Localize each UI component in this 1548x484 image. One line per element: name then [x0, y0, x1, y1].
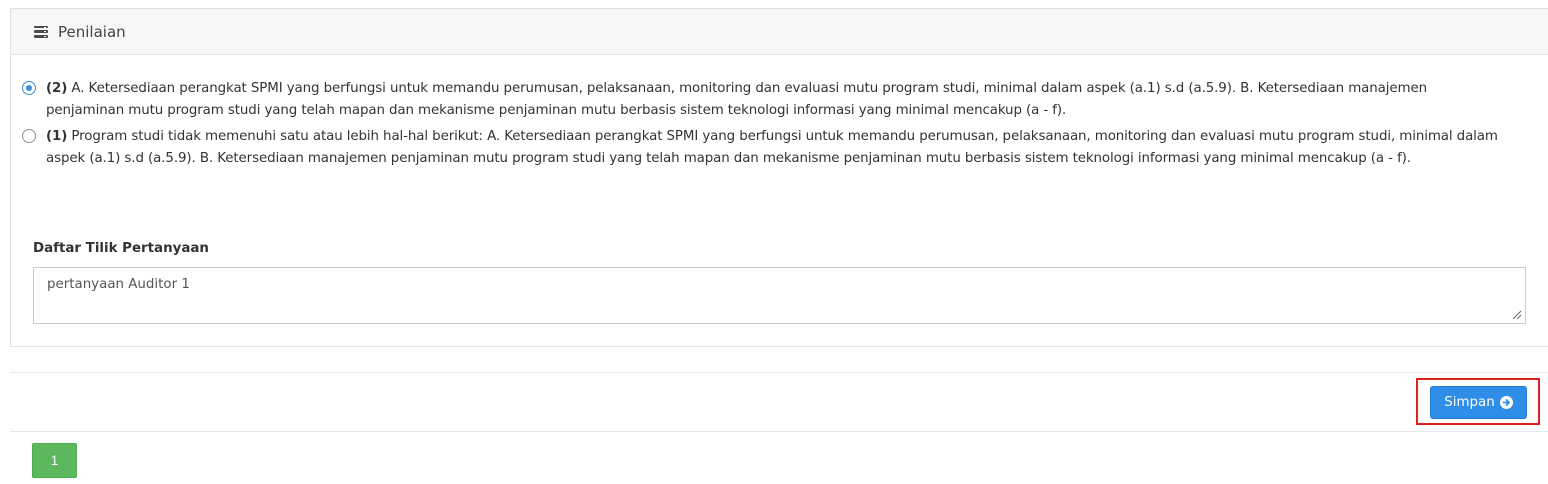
pagination-page-button[interactable]: 1 [32, 443, 77, 478]
checklist-textarea[interactable]: pertanyaan Auditor 1 [33, 267, 1526, 324]
divider [10, 372, 1548, 373]
score-options: (2) A. Ketersediaan perangkat SPMI yang … [22, 78, 1502, 174]
score-value: (2) [46, 81, 68, 96]
arrow-circle-right-icon [1499, 396, 1513, 409]
score-option-1[interactable]: (1) Program studi tidak memenuhi satu at… [22, 126, 1502, 169]
panel-title: Penilaian [58, 22, 126, 41]
score-option-2[interactable]: (2) A. Ketersediaan perangkat SPMI yang … [22, 78, 1502, 121]
score-description: A. Ketersediaan perangkat SPMI yang berf… [46, 81, 1427, 118]
score-1-radio[interactable] [22, 129, 36, 143]
save-button-label: Simpan [1444, 395, 1495, 410]
server-list-icon [34, 25, 48, 38]
save-button[interactable]: Simpan [1430, 386, 1527, 419]
score-2-radio[interactable] [22, 81, 36, 95]
divider [10, 431, 1548, 432]
score-option-label: (1) Program studi tidak memenuhi satu at… [46, 126, 1502, 169]
panel-header: Penilaian [11, 9, 1548, 55]
score-value: (1) [46, 129, 68, 144]
score-option-label: (2) A. Ketersediaan perangkat SPMI yang … [46, 78, 1502, 121]
score-description: Program studi tidak memenuhi satu atau l… [46, 129, 1498, 166]
checklist-label: Daftar Tilik Pertanyaan [33, 241, 209, 256]
